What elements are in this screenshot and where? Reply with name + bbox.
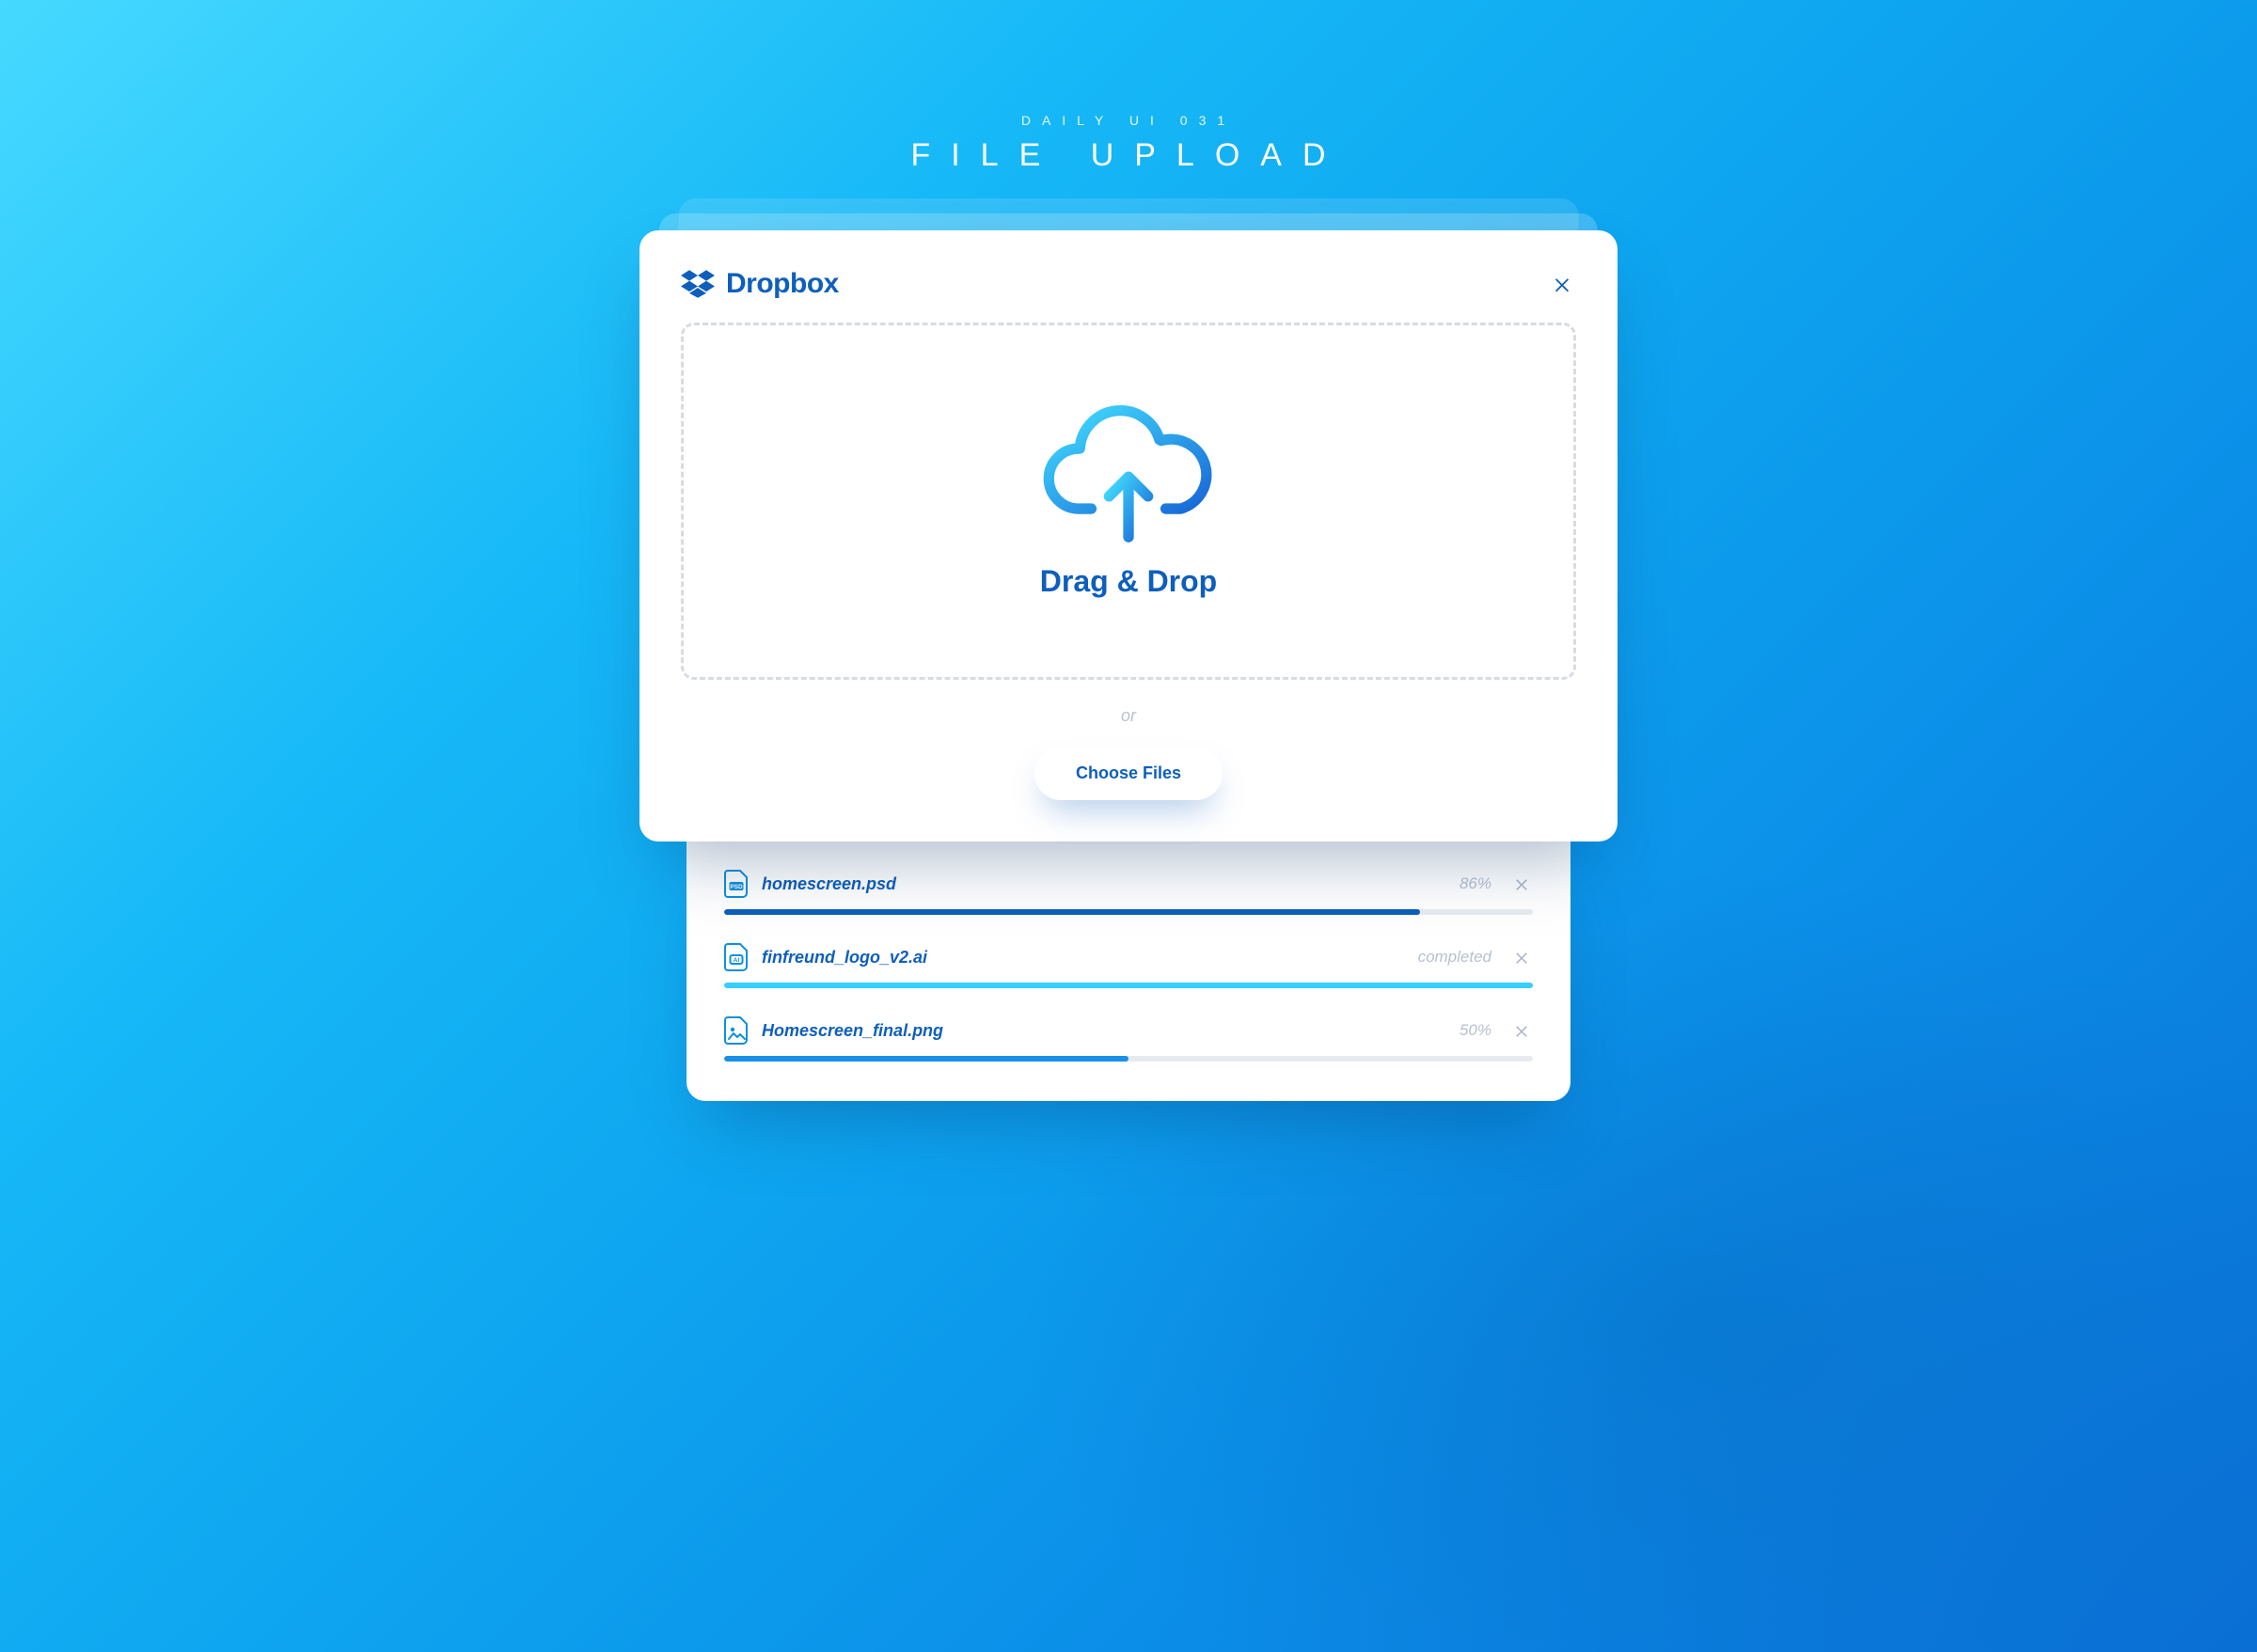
file-status: 86% (1460, 874, 1492, 893)
remove-file-button[interactable] (1510, 1019, 1533, 1042)
card-header: Dropbox (681, 268, 1576, 300)
upload-card: Dropbox (639, 230, 1618, 842)
page-eyebrow: DAILY UI 031 (910, 113, 1346, 128)
page-title: FILE UPLOAD (910, 137, 1346, 174)
file-type-icon (724, 943, 749, 971)
close-icon (1513, 1022, 1530, 1039)
brand: Dropbox (681, 268, 839, 300)
cloud-upload-icon (1030, 404, 1227, 555)
file-status: 50% (1460, 1021, 1492, 1040)
file-status: completed (1418, 948, 1492, 967)
file-name: finfreund_logo_v2.ai (762, 948, 1405, 968)
file-name: Homescreen_final.png (762, 1021, 1446, 1041)
close-icon (1513, 949, 1530, 966)
dropzone[interactable]: Drag & Drop (681, 323, 1576, 680)
brand-name: Dropbox (726, 268, 839, 300)
choose-files-button[interactable]: Choose Files (1034, 747, 1223, 800)
page-header: DAILY UI 031 FILE UPLOAD (910, 113, 1346, 174)
upload-dialog: Dropbox (639, 230, 1618, 842)
or-label: or (681, 706, 1576, 726)
progress-bar (724, 909, 1420, 915)
file-row: Homescreen_final.png 50% (724, 1016, 1533, 1062)
dropzone-label: Drag & Drop (1040, 564, 1217, 599)
progress-track (724, 909, 1533, 915)
file-type-icon (724, 1016, 749, 1045)
close-button[interactable] (1548, 270, 1576, 298)
upload-list: homescreen.psd 86% finfreund_logo_v2.ai … (687, 832, 1570, 1101)
file-row: finfreund_logo_v2.ai completed (724, 943, 1533, 988)
file-name: homescreen.psd (762, 874, 1446, 894)
close-icon (1513, 875, 1530, 892)
file-type-icon (724, 870, 749, 898)
remove-file-button[interactable] (1510, 946, 1533, 968)
dropbox-icon (681, 270, 715, 298)
progress-bar (724, 1056, 1128, 1062)
progress-track (724, 983, 1533, 988)
close-icon (1552, 274, 1572, 294)
progress-track (724, 1056, 1533, 1062)
remove-file-button[interactable] (1510, 873, 1533, 895)
progress-bar (724, 983, 1533, 988)
file-row: homescreen.psd 86% (724, 870, 1533, 915)
